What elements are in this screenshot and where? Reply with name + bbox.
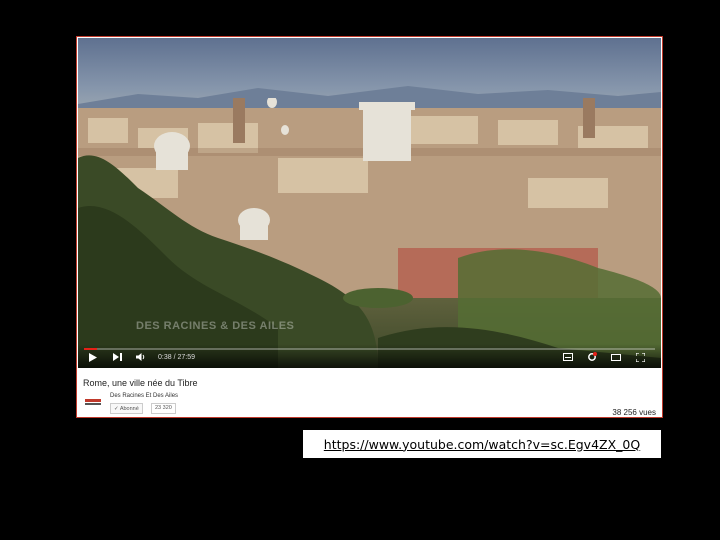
slide-screenshot-frame: DES RACINES & DES AILES 0:38 / 27:59 Rom…	[76, 36, 663, 418]
url-box: https://www.youtube.com/watch?v=sc.Egv4Z…	[303, 430, 661, 458]
play-icon[interactable]	[86, 350, 100, 364]
channel-logo[interactable]	[83, 396, 103, 409]
volume-icon[interactable]	[134, 350, 148, 364]
theater-icon[interactable]	[609, 350, 623, 364]
view-count: 38 256 vues	[612, 408, 656, 417]
fullscreen-icon[interactable]	[633, 350, 647, 364]
subscriber-count: 23 320	[151, 403, 176, 414]
video-player[interactable]: DES RACINES & DES AILES 0:38 / 27:59	[78, 38, 661, 368]
player-controls-bar: 0:38 / 27:59	[78, 344, 661, 368]
subscribe-button[interactable]: ✓ Abonné	[110, 403, 143, 414]
subtitles-icon[interactable]	[561, 350, 575, 364]
controls-row: 0:38 / 27:59	[86, 350, 653, 364]
video-info: Rome, une ville née du Tibre Des Racines…	[77, 370, 662, 417]
video-title: Rome, une ville née du Tibre	[83, 378, 198, 388]
settings-icon[interactable]	[585, 350, 599, 364]
trees-foreground	[78, 155, 661, 368]
time-display: 0:38 / 27:59	[158, 353, 195, 361]
controls-right	[557, 350, 653, 364]
video-url-link[interactable]: https://www.youtube.com/watch?v=sc.Egv4Z…	[324, 437, 640, 452]
video-watermark: DES RACINES & DES AILES	[136, 320, 295, 332]
channel-name[interactable]: Des Racines Et Des Ailes	[110, 393, 178, 399]
next-icon[interactable]	[110, 350, 124, 364]
